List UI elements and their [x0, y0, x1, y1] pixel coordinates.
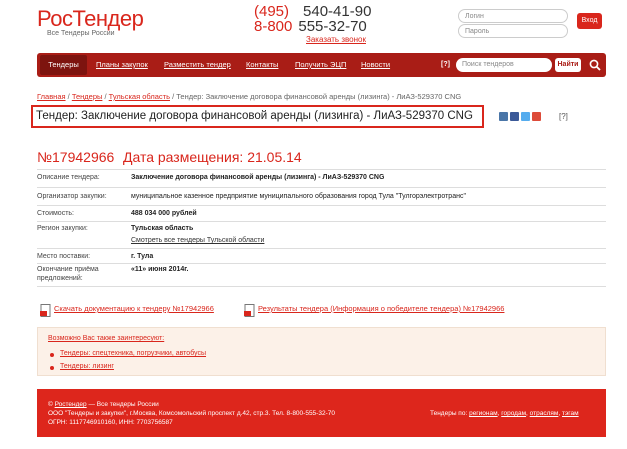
row-label-deadline-2: предложений: — [37, 275, 83, 282]
site-logo[interactable]: РосТендер — [37, 6, 144, 31]
related-item[interactable]: Тендеры: лизинг — [60, 363, 114, 370]
logo-tagline: Все Тендеры России — [47, 30, 115, 37]
phone2-number: 555-32-70 — [298, 18, 367, 35]
footer-link-regions[interactable]: регионам — [469, 410, 498, 417]
row-value-cost: 488 034 000 рублей — [131, 210, 197, 217]
share-help-link[interactable]: [?] — [559, 112, 568, 121]
google-plus-icon[interactable] — [532, 112, 541, 121]
login-input[interactable]: Логин — [458, 9, 568, 23]
footer-brand-rest: — Все тендеры России — [86, 401, 159, 408]
divider — [37, 263, 606, 264]
nav-item-tenders[interactable]: Тендеры — [40, 55, 87, 75]
footer-link-industries[interactable]: отраслям — [530, 410, 559, 417]
breadcrumb-home[interactable]: Главная — [37, 92, 66, 101]
logo-part1: Рос — [37, 6, 73, 31]
footer-link-tags[interactable]: тэгам — [562, 410, 579, 417]
password-input[interactable]: Пароль — [458, 24, 568, 38]
nav-item-plans[interactable]: Планы закупок — [96, 53, 148, 77]
region-all-tenders-link[interactable]: Смотреть все тендеры Тульской области — [131, 237, 264, 244]
vk-icon[interactable] — [499, 112, 508, 121]
twitter-icon[interactable] — [521, 112, 530, 121]
search-button[interactable]: Найти — [555, 58, 581, 72]
breadcrumb: Главная / Тендеры / Тульская область / Т… — [37, 92, 461, 101]
divider — [37, 221, 606, 222]
nav-item-contacts[interactable]: Контакты — [246, 53, 278, 77]
callback-link[interactable]: Заказать звонок — [306, 35, 366, 44]
divider — [37, 187, 606, 188]
nav-item-ecp[interactable]: Получить ЭЦП — [295, 53, 346, 77]
tender-date: Дата размещения: 21.05.14 — [123, 149, 302, 165]
search-icon[interactable] — [588, 58, 602, 72]
row-label-deadline: Окончание приёма — [37, 266, 99, 273]
row-value-region: Тульская область — [131, 225, 194, 232]
footer-ogrn: ОГРН: 1117746910160, ИНН: 7703756587 — [48, 419, 173, 426]
tender-number: №17942966 — [37, 149, 115, 165]
download-docs-link[interactable]: Скачать документацию к тендеру №17942966 — [54, 304, 214, 320]
footer-right-prefix: Тендеры по: — [430, 410, 468, 417]
login-button[interactable]: Вход — [577, 13, 602, 29]
row-label-organizer: Организатор закупки: — [37, 193, 107, 200]
divider — [37, 169, 606, 170]
row-value-description: Заключение договора финансовой аренды (л… — [131, 174, 385, 181]
footer-brand: © Ростендер — Все тендеры России — [48, 401, 159, 408]
footer-tender-links: Тендеры по: регионам, городам, отраслям,… — [430, 410, 579, 417]
phone2-code: 8-800 — [254, 18, 293, 35]
related-item[interactable]: Тендеры: спецтехника, погрузчики, автобу… — [60, 350, 206, 357]
help-link[interactable]: [?] — [441, 61, 450, 68]
copyright-symbol: © — [48, 401, 53, 408]
page-title: Тендер: Заключение договора финансовой а… — [36, 110, 473, 122]
facebook-icon[interactable] — [510, 112, 519, 121]
row-label-place: Место поставки: — [37, 253, 91, 260]
document-icon — [40, 304, 51, 317]
divider — [37, 286, 606, 287]
row-label-region: Регион закупки: — [37, 225, 88, 232]
nav-item-place-tender[interactable]: Разместить тендер — [164, 53, 231, 77]
logo-part2: Тендер — [72, 6, 144, 31]
divider — [37, 205, 606, 206]
row-region-link-wrap: Смотреть все тендеры Тульской области — [131, 237, 264, 244]
row-value-deadline: «11» июня 2014г. — [131, 266, 189, 273]
bullet-icon — [50, 366, 54, 370]
row-value-organizer: муниципальное казенное предприятие муниц… — [131, 193, 466, 200]
document-icon — [244, 304, 255, 317]
phone-free: 8-800 555-32-70 — [254, 19, 367, 35]
results-link[interactable]: Результаты тендера (Информация о победит… — [258, 304, 504, 320]
row-label-description: Описание тендера: — [37, 174, 100, 181]
footer-link-cities[interactable]: городам — [501, 410, 526, 417]
divider — [37, 248, 606, 249]
footer-address: ООО "Тендеры и закупки", г.Москва, Комсо… — [48, 410, 335, 417]
breadcrumb-current: Тендер: Заключение договора финансовой а… — [176, 92, 462, 101]
bullet-icon — [50, 353, 54, 357]
row-label-cost: Стоимость: — [37, 210, 74, 217]
search-input[interactable]: Поиск тендеров — [456, 58, 552, 72]
footer-brand-link[interactable]: Ростендер — [55, 401, 87, 408]
nav-item-news[interactable]: Новости — [361, 53, 390, 77]
breadcrumb-region[interactable]: Тульская область — [109, 92, 170, 101]
row-value-place: г. Тула — [131, 253, 154, 260]
related-heading[interactable]: Возможно Вас также заинтересуют: — [48, 335, 164, 342]
breadcrumb-tenders[interactable]: Тендеры — [72, 92, 103, 101]
